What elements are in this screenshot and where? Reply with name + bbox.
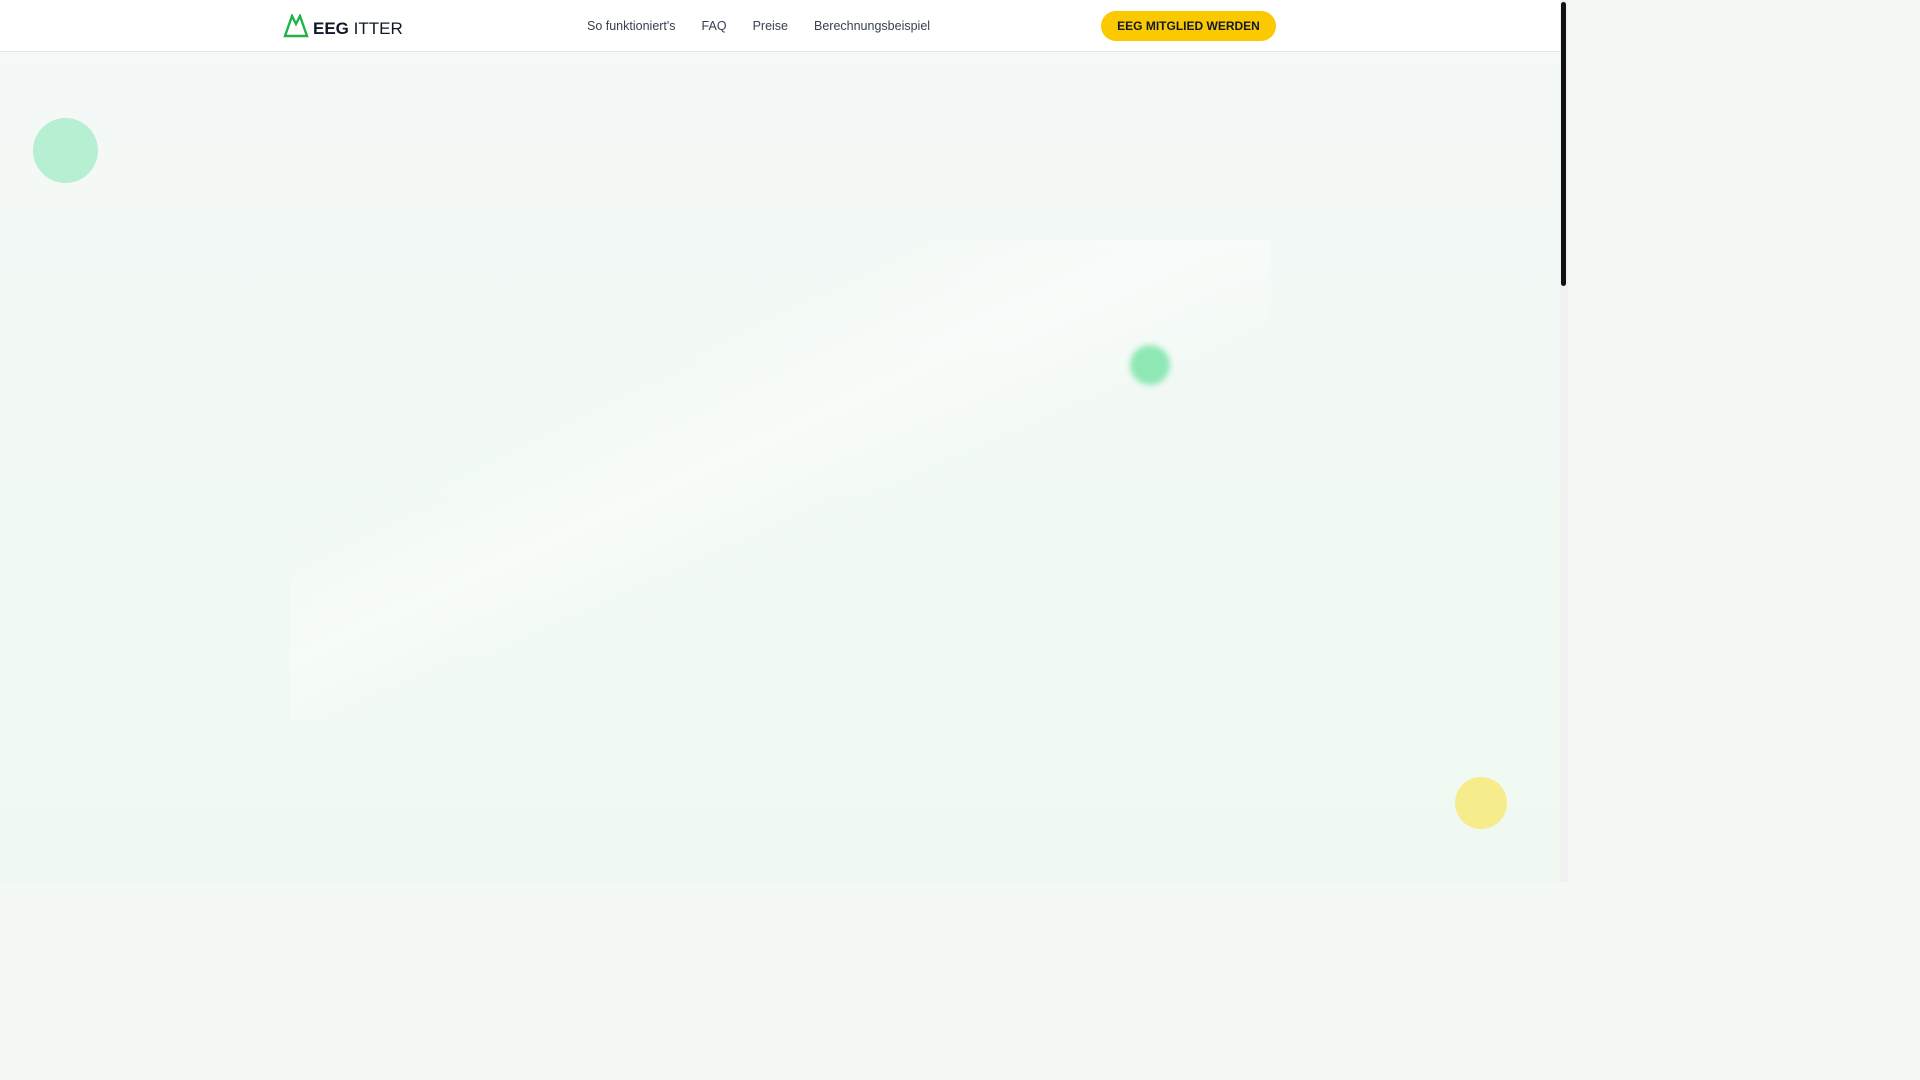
scrollbar[interactable] [1560,0,1568,882]
background-sheen [290,240,1270,720]
main-nav: So funktioniert's FAQ Preise Berechnungs… [587,0,956,52]
scrollbar-thumb[interactable] [1561,2,1566,286]
decorative-yellow-circle [1455,777,1507,829]
logo-text: EEG ITTER [313,18,403,38]
nav-faq[interactable]: FAQ [702,19,727,33]
top-navbar: EEG ITTER So funktioniert's FAQ Preise B… [0,0,1560,52]
logo-link[interactable]: EEG ITTER [283,12,403,43]
nav-so-funktionierts[interactable]: So funktioniert's [587,19,676,33]
page: EEG ITTER So funktioniert's FAQ Preise B… [0,0,1560,882]
decorative-green-glow [1130,345,1170,385]
nav-preise[interactable]: Preise [753,19,788,33]
decorative-green-circle [33,118,98,183]
become-member-button[interactable]: EEG MITGLIED WERDEN [1101,11,1276,41]
nav-berechnungsbeispiel[interactable]: Berechnungsbeispiel [814,19,930,33]
mountain-icon [283,12,309,43]
